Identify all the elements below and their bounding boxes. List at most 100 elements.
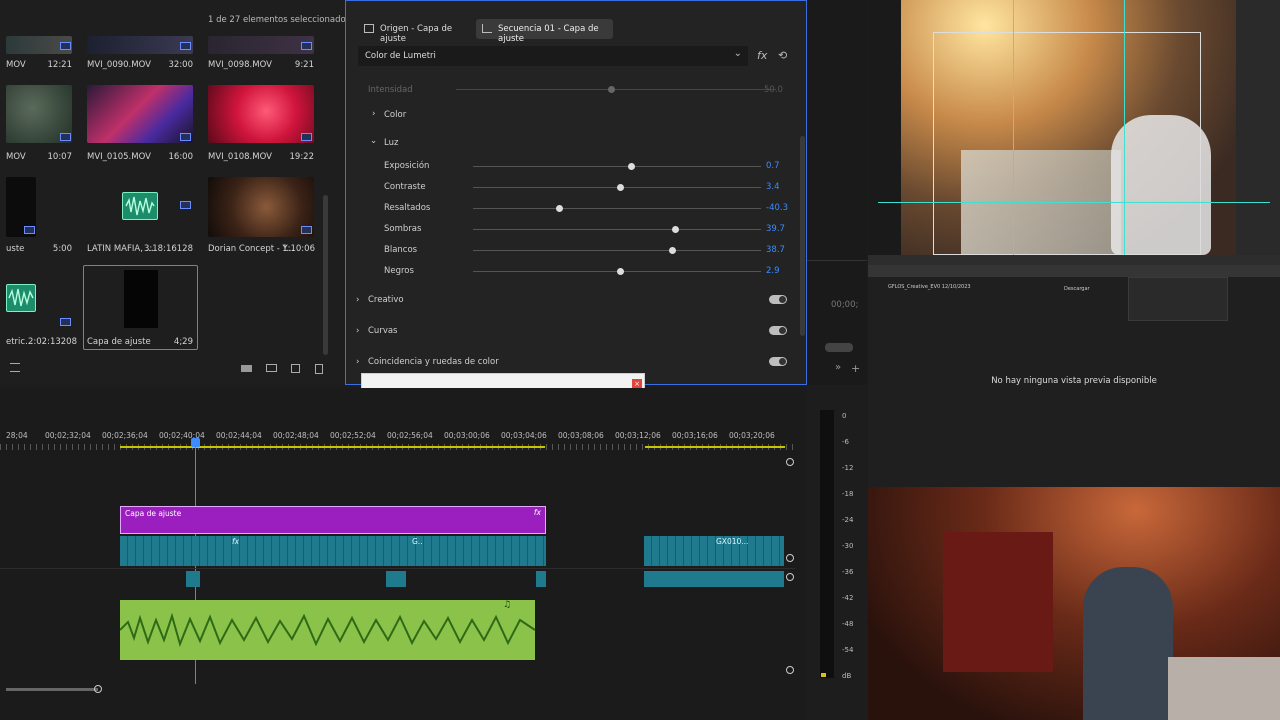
- param-value[interactable]: 2.9: [766, 266, 780, 276]
- clip-thumbnail[interactable]: [87, 85, 193, 143]
- list-view-icon[interactable]: [10, 363, 20, 372]
- ruler-label: 00;02;36;04: [102, 431, 148, 440]
- video-badge-icon: [180, 133, 191, 141]
- program-monitor: [868, 0, 1280, 255]
- chevron-right-icon[interactable]: ›: [356, 357, 359, 367]
- section-color[interactable]: Color: [384, 110, 406, 120]
- param-knob[interactable]: [671, 226, 679, 233]
- tab-sequence[interactable]: Secuencia 01 - Capa de ajuste: [476, 19, 613, 44]
- param-knob[interactable]: [616, 184, 624, 191]
- clip-name: MVI_0098.MOV: [208, 60, 272, 70]
- db-label: 0: [842, 412, 847, 420]
- param-value[interactable]: -40.3: [766, 203, 788, 213]
- project-bin-panel: 1 de 27 elementos seleccionados MOV 12:2…: [0, 0, 350, 385]
- coincidencia-toggle[interactable]: [769, 357, 787, 366]
- trash-icon[interactable]: [315, 364, 323, 374]
- param-knob[interactable]: [668, 247, 676, 254]
- audio-clip[interactable]: [186, 571, 200, 587]
- ruler-label: 00;02;32;04: [45, 431, 91, 440]
- clip-thumbnail[interactable]: [208, 85, 314, 143]
- zoom-handle[interactable]: [94, 685, 102, 693]
- person: [1083, 567, 1173, 720]
- audio-waveform-icon[interactable]: [6, 284, 36, 312]
- param-knob[interactable]: [628, 163, 636, 170]
- chevron-down-icon[interactable]: ⌄: [370, 136, 377, 146]
- effect-scrollbar[interactable]: [800, 136, 805, 336]
- param-slider[interactable]: [473, 208, 761, 209]
- storyboard-icon[interactable]: [241, 365, 252, 372]
- curvas-toggle[interactable]: [769, 326, 787, 335]
- browser-tabs[interactable]: [868, 255, 1280, 265]
- download-button[interactable]: Descargar: [1064, 286, 1090, 292]
- param-slider[interactable]: [473, 250, 761, 251]
- param-value[interactable]: 38.7: [766, 245, 785, 255]
- audio-waveform-icon[interactable]: [122, 192, 158, 220]
- ruler-label: 00;03;16;06: [672, 431, 718, 440]
- param-slider[interactable]: [473, 229, 761, 230]
- param-label: Sombras: [384, 224, 422, 234]
- playhead-handle[interactable]: [191, 438, 200, 447]
- ruler-label: 00;02;56;04: [387, 431, 433, 440]
- audio-clip[interactable]: [536, 571, 546, 587]
- source-icon: [364, 24, 374, 33]
- track-scroll-handle[interactable]: [786, 554, 794, 562]
- adjustment-layer-clip[interactable]: Capa de ajuste fx: [120, 506, 546, 534]
- meter-level: [821, 673, 826, 677]
- track-divider: [0, 568, 795, 569]
- clip-name: MVI_0108.MOV: [208, 152, 272, 162]
- param-value[interactable]: 0.7: [766, 161, 780, 171]
- bin-scrollbar[interactable]: [323, 195, 328, 355]
- new-bin-icon[interactable]: [266, 364, 277, 372]
- section-coincidencia[interactable]: Coincidencia y ruedas de color: [368, 357, 499, 367]
- section-curvas[interactable]: Curvas: [368, 326, 397, 336]
- intensity-knob[interactable]: [608, 86, 615, 93]
- ruler-label: 00;03;12;06: [615, 431, 661, 440]
- param-value[interactable]: 3.4: [766, 182, 780, 192]
- chevron-right-icon[interactable]: ›: [356, 295, 359, 305]
- fx-toggle-icon[interactable]: fx: [757, 49, 767, 62]
- db-label: -42: [842, 594, 854, 602]
- chevron-right-icon[interactable]: ›: [356, 326, 359, 336]
- track-scroll-handle[interactable]: [786, 573, 794, 581]
- forward-icon[interactable]: »: [835, 362, 841, 373]
- guide-line: [1013, 0, 1014, 255]
- address-bar[interactable]: [868, 265, 1280, 277]
- section-luz[interactable]: Luz: [384, 138, 398, 148]
- clip-duration: 16:00: [168, 152, 194, 162]
- fx-badge: fx: [232, 537, 240, 546]
- audio-clip[interactable]: [386, 571, 406, 587]
- video-clip[interactable]: fx G..: [120, 536, 546, 566]
- param-value[interactable]: 39.7: [766, 224, 785, 234]
- clip-duration: 3:18:16128: [144, 244, 193, 254]
- music-clip[interactable]: ♫: [120, 600, 535, 660]
- clip-thumbnail[interactable]: [208, 177, 314, 237]
- track-scroll-handle[interactable]: [786, 666, 794, 674]
- audio-clip[interactable]: [644, 571, 784, 587]
- tab-source[interactable]: Origen - Capa de ajuste: [358, 19, 470, 44]
- param-slider[interactable]: [473, 166, 761, 167]
- video-clip[interactable]: GX010...: [644, 536, 784, 566]
- creativo-toggle[interactable]: [769, 295, 787, 304]
- intensity-slider[interactable]: [456, 89, 776, 90]
- section-creativo[interactable]: Creativo: [368, 295, 404, 305]
- browser-title: GFLOS_Creative_EV0 12/10/2023: [888, 284, 971, 290]
- chevron-right-icon[interactable]: ›: [372, 109, 375, 119]
- add-icon[interactable]: +: [851, 362, 860, 375]
- new-item-icon[interactable]: [291, 364, 300, 373]
- clip-thumbnail[interactable]: [208, 36, 314, 54]
- track-scroll-handle[interactable]: [786, 458, 794, 466]
- effect-dropdown[interactable]: Color de Lumetri ⌄: [358, 46, 748, 66]
- clip-label: GX010...: [716, 537, 749, 546]
- param-knob[interactable]: [616, 268, 624, 275]
- clip-duration: 10:07: [47, 152, 73, 162]
- work-area-bar: [120, 446, 545, 448]
- reset-icon[interactable]: ⟲: [778, 49, 787, 62]
- monitor-controls[interactable]: [825, 343, 853, 352]
- clip-thumbnail[interactable]: [87, 36, 193, 54]
- param-knob[interactable]: [556, 205, 564, 212]
- timeline-scrollbar[interactable]: [6, 688, 98, 691]
- browser-window: GFLOS_Creative_EV0 12/10/2023 Descargar …: [868, 255, 1280, 487]
- db-label: -18: [842, 490, 854, 498]
- cabinet: [943, 532, 1053, 672]
- no-preview-message: No hay ninguna vista previa disponible: [991, 376, 1157, 386]
